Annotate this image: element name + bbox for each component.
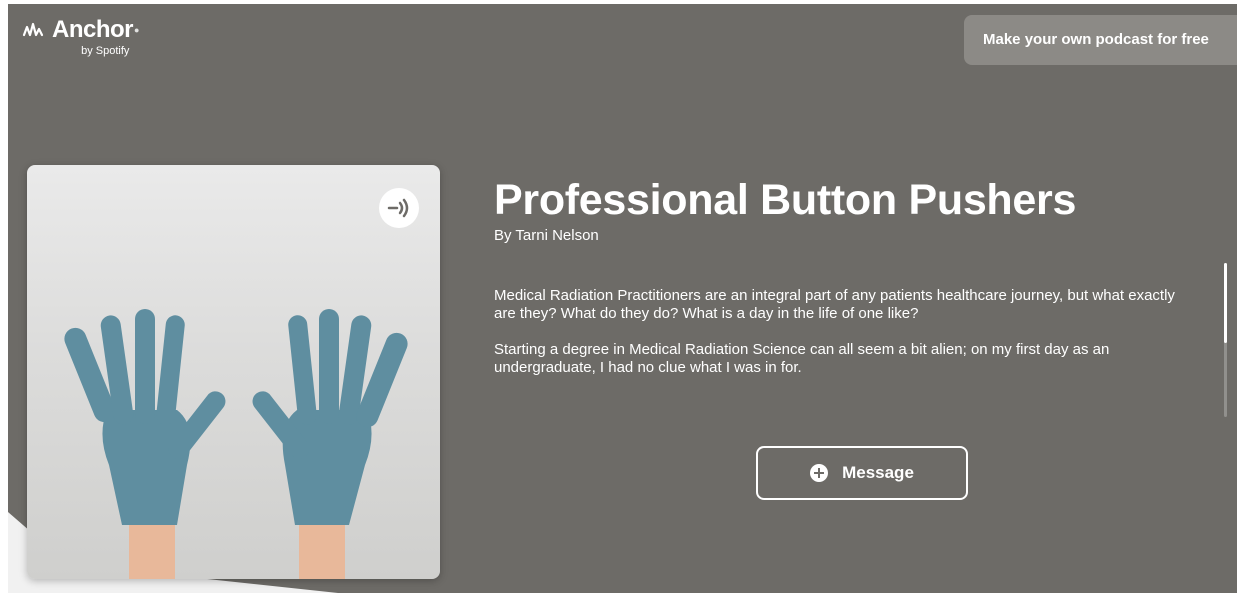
podcast-icon — [387, 198, 409, 218]
description-fade — [494, 394, 1194, 430]
podcast-page: Anchor ● by Spotify Make your own podcas… — [8, 4, 1237, 593]
description-paragraph: Medical Radiation Practitioners are an i… — [494, 287, 1175, 322]
make-podcast-button[interactable]: Make your own podcast for free — [964, 15, 1237, 65]
anchor-waveform-icon — [22, 22, 44, 37]
description-paragraph: Starting a degree in Medical Radiation S… — [494, 341, 1110, 376]
plus-circle-icon — [810, 464, 829, 482]
podcast-title: Professional Button Pushers — [494, 176, 1077, 224]
gloves-illustration — [64, 309, 408, 579]
podcast-cover-art — [27, 165, 440, 579]
trademark-mark: ● — [134, 25, 140, 35]
podcast-author: By Tarni Nelson — [494, 227, 599, 244]
anchor-logo[interactable]: Anchor ● by Spotify — [22, 18, 139, 57]
description-scrollbar[interactable] — [1224, 263, 1227, 417]
message-button-label: Message — [842, 463, 914, 482]
brand-subtitle: by Spotify — [81, 45, 130, 57]
scrollbar-thumb[interactable] — [1224, 263, 1227, 343]
message-button[interactable]: Message — [756, 446, 968, 500]
brand-name: Anchor — [52, 16, 134, 43]
podcast-badge — [379, 188, 419, 228]
